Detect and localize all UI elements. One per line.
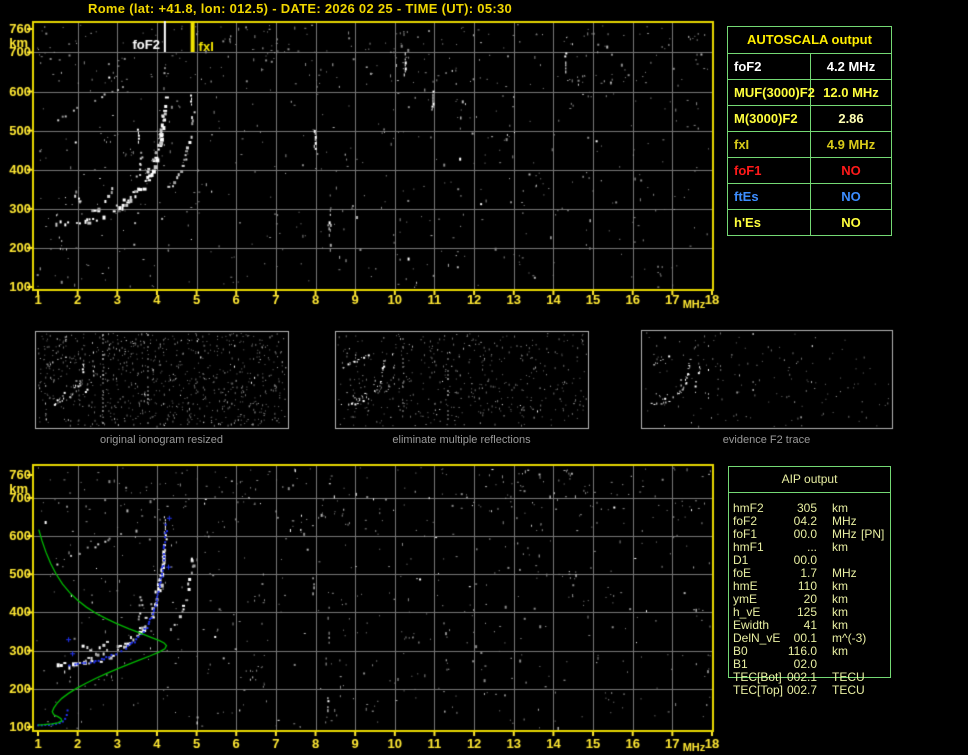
param-extra — [861, 645, 891, 658]
param-extra — [861, 684, 891, 697]
table-row: ftEs NO — [728, 183, 891, 209]
aip-table-title: AIP output — [728, 466, 891, 493]
param-extra — [861, 580, 891, 593]
param-extra — [861, 658, 891, 671]
param-label: TEC[Top] — [733, 683, 784, 697]
param-extra — [861, 671, 891, 684]
thumbnail-original-ionogram — [30, 326, 294, 436]
profile-ionogram-plot — [0, 455, 725, 755]
param-label: M(3000)F2 — [728, 106, 811, 131]
param-extra — [861, 632, 891, 645]
table-row: TEC[Top] 002.7 TECU — [728, 684, 891, 697]
thumbnail-caption: eliminate multiple reflections — [392, 434, 531, 446]
param-value: NO — [841, 215, 861, 230]
table-row: M(3000)F2 2.86 — [728, 105, 891, 131]
param-value: NO — [841, 189, 861, 204]
autoscala-table-title: AUTOSCALA output — [747, 32, 872, 47]
param-extra — [861, 502, 891, 515]
autoscala-app-window: Rome (lat: +41.8, lon: 012.5) - DATE: 20… — [0, 0, 968, 755]
param-extra — [861, 606, 891, 619]
param-unit: km — [832, 644, 848, 658]
param-value: 12.0 MHz — [823, 85, 879, 100]
table-row: fxI 4.9 MHz — [728, 131, 891, 157]
param-label: ftEs — [728, 184, 811, 209]
table-row: MUF(3000)F2 12.0 MHz — [728, 79, 891, 105]
param-label: foF2 — [728, 54, 811, 79]
param-value: 4.9 MHz — [826, 137, 876, 152]
thumbnail-eliminate-reflections — [330, 326, 594, 436]
table-row: foF1 NO — [728, 157, 891, 183]
param-extra: [PN] — [861, 527, 885, 541]
main-ionogram-plot — [0, 14, 725, 314]
thumbnail-evidence-f2 — [636, 325, 898, 435]
param-label: fxI — [728, 132, 811, 157]
param-unit: km — [832, 540, 848, 554]
param-extra — [861, 541, 891, 554]
param-extra — [861, 593, 891, 606]
param-unit: TECU — [832, 683, 865, 697]
param-value: 4.2 MHz — [826, 59, 876, 74]
param-value: NO — [841, 163, 861, 178]
thumbnail-caption: evidence F2 trace — [722, 434, 811, 446]
param-label: foF1 — [728, 158, 811, 183]
autoscala-table: AUTOSCALA output foF2 4.2 MHz MUF(3000)F… — [727, 26, 892, 236]
param-label: h'Es — [728, 210, 811, 235]
table-row: foF2 4.2 MHz — [728, 53, 891, 79]
aip-table: AIP output hmF2 305 km foF2 04.2 MHz foF… — [728, 466, 891, 697]
table-row: h'Es NO — [728, 209, 891, 235]
param-extra — [861, 567, 891, 580]
param-value: 002.7 — [786, 683, 817, 697]
param-value: 2.86 — [838, 111, 864, 126]
thumbnail-caption: original ionogram resized — [100, 434, 223, 446]
param-extra — [861, 554, 891, 567]
param-label: MUF(3000)F2 — [728, 80, 815, 105]
